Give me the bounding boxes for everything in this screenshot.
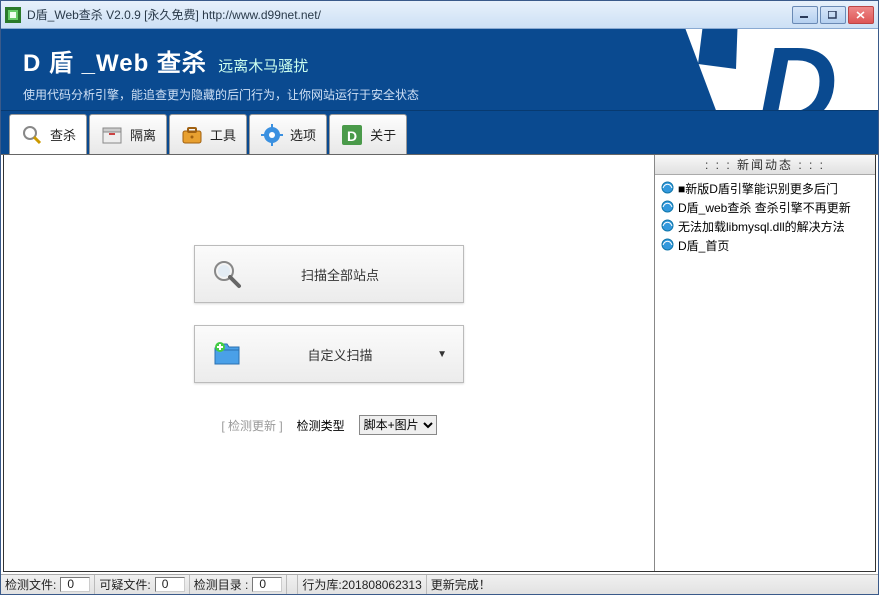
center-pane: 扫描全部站点 自定义扫描 ▼ [ 检测更新 ] 检测类型 脚本+图片 bbox=[4, 155, 654, 571]
ie-icon bbox=[661, 200, 674, 213]
tab-scan[interactable]: 查杀 bbox=[9, 114, 87, 154]
news-item[interactable]: D盾_首页 bbox=[661, 236, 869, 255]
briefcase-icon bbox=[180, 123, 204, 147]
ie-icon bbox=[661, 181, 674, 194]
svg-text:D: D bbox=[758, 29, 837, 111]
news-heading: : : : 新闻动态 : : : bbox=[655, 155, 875, 175]
magnifier-large-icon bbox=[211, 258, 243, 290]
tab-options[interactable]: 选项 bbox=[249, 114, 327, 154]
custom-scan-label: 自定义扫描 bbox=[267, 345, 413, 364]
news-item[interactable]: D盾_web查杀 查杀引擎不再更新 bbox=[661, 198, 869, 217]
main-area: 扫描全部站点 自定义扫描 ▼ [ 检测更新 ] 检测类型 脚本+图片 : : :… bbox=[3, 155, 876, 572]
news-item[interactable]: 无法加载libmysql.dll的解决方法 bbox=[661, 217, 869, 236]
detect-type-label: 检测类型 bbox=[297, 417, 345, 434]
maximize-button[interactable] bbox=[820, 6, 846, 24]
shield-d-icon: D bbox=[340, 123, 364, 147]
status-suspicious-value: 0 bbox=[155, 577, 185, 592]
minimize-button[interactable] bbox=[792, 6, 818, 24]
window-frame: D盾_Web查杀 V2.0.9 [永久免费] http://www.d99net… bbox=[0, 0, 879, 595]
statusbar: 检测文件: 0 可疑文件: 0 检测目录 : 0 行为库:20180806231… bbox=[1, 574, 878, 594]
window-title: D盾_Web查杀 V2.0.9 [永久免费] http://www.d99net… bbox=[27, 6, 792, 23]
toolbar: 查杀 隔离 工具 选项 D 关于 bbox=[1, 111, 878, 155]
options-row: [ 检测更新 ] 检测类型 脚本+图片 bbox=[221, 415, 436, 435]
app-icon bbox=[5, 7, 21, 23]
ie-icon bbox=[661, 219, 674, 232]
scan-all-label: 扫描全部站点 bbox=[267, 265, 413, 284]
ie-icon bbox=[661, 238, 674, 251]
status-files-value: 0 bbox=[60, 577, 90, 592]
tab-tools[interactable]: 工具 bbox=[169, 114, 247, 154]
svg-text:D: D bbox=[347, 128, 357, 144]
folder-add-icon bbox=[211, 338, 243, 370]
news-item[interactable]: ■新版D盾引擎能识别更多后门 bbox=[661, 179, 869, 198]
news-panel: : : : 新闻动态 : : : ■新版D盾引擎能识别更多后门 D盾_web查杀… bbox=[654, 155, 875, 571]
status-done: 更新完成！ bbox=[427, 575, 495, 594]
status-files: 检测文件: 0 bbox=[1, 575, 95, 594]
status-dirs: 检测目录 : 0 bbox=[190, 575, 288, 594]
status-db: 行为库:201808062313 bbox=[297, 575, 426, 594]
tab-about[interactable]: D 关于 bbox=[329, 114, 407, 154]
close-button[interactable] bbox=[848, 6, 874, 24]
magnifier-icon bbox=[20, 123, 44, 147]
header-banner: D 盾 _Web 查杀 远离木马骚扰 使用代码分析引擎，能追查更为隐藏的后门行为… bbox=[1, 29, 878, 111]
titlebar: D盾_Web查杀 V2.0.9 [永久免费] http://www.d99net… bbox=[1, 1, 878, 29]
gear-icon bbox=[260, 123, 284, 147]
check-update-link[interactable]: [ 检测更新 ] bbox=[221, 417, 282, 434]
chevron-down-icon: ▼ bbox=[437, 349, 447, 360]
tab-quarantine[interactable]: 隔离 bbox=[89, 114, 167, 154]
status-dirs-value: 0 bbox=[252, 577, 282, 592]
scan-all-button[interactable]: 扫描全部站点 bbox=[194, 245, 464, 303]
status-suspicious: 可疑文件: 0 bbox=[95, 575, 189, 594]
window-buttons bbox=[792, 6, 874, 24]
box-icon bbox=[100, 123, 124, 147]
detect-type-select[interactable]: 脚本+图片 bbox=[359, 415, 437, 435]
news-list: ■新版D盾引擎能识别更多后门 D盾_web查杀 查杀引擎不再更新 无法加载lib… bbox=[655, 175, 875, 571]
custom-scan-button[interactable]: 自定义扫描 ▼ bbox=[194, 325, 464, 383]
banner-logo: D bbox=[618, 29, 878, 111]
